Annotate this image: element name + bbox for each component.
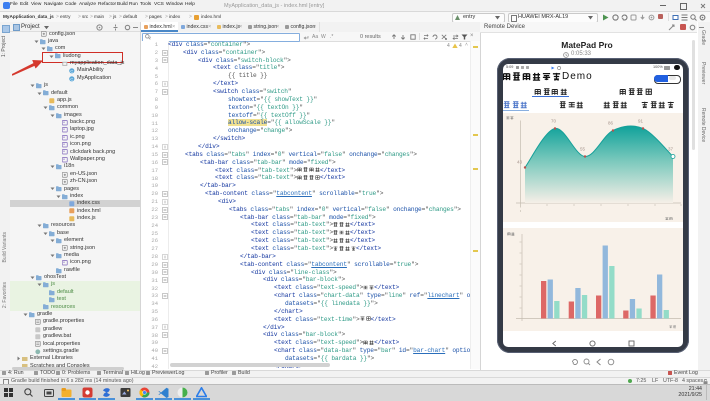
svg-text:C: C [70,76,73,81]
svg-text:86: 86 [608,120,614,125]
svg-text:C: C [70,68,73,73]
svg-text:37: 37 [668,146,674,151]
svg-text:91: 91 [638,118,644,123]
svg-text:43: 43 [517,159,523,164]
svg-text:70: 70 [551,118,557,123]
svg-text:55: 55 [580,146,586,151]
